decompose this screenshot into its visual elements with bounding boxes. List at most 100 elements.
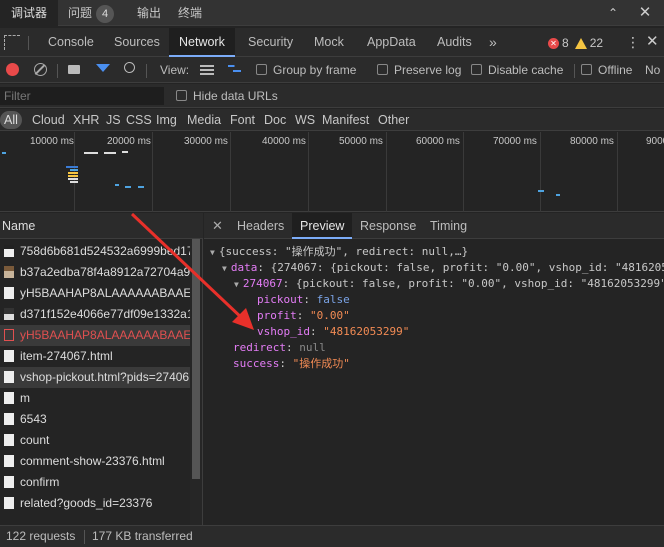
list-view-icon[interactable] bbox=[200, 65, 214, 75]
type-js[interactable]: JS bbox=[104, 111, 123, 129]
request-bar bbox=[138, 186, 144, 188]
file-icon bbox=[4, 287, 14, 299]
preserve-log-checkbox[interactable]: Preserve log bbox=[377, 62, 461, 78]
tab-console[interactable]: Console bbox=[48, 28, 94, 57]
name-column-header[interactable]: Name bbox=[0, 213, 203, 239]
request-row[interactable]: yH5BAAHAP8ALAAAAAABAAEA bbox=[0, 283, 190, 304]
close-detail-icon[interactable]: ✕ bbox=[212, 213, 223, 239]
filter-input[interactable] bbox=[0, 87, 164, 105]
error-icon: ✕ bbox=[548, 37, 559, 49]
type-font[interactable]: Font bbox=[228, 111, 257, 129]
request-row[interactable]: confirm bbox=[0, 472, 190, 493]
request-list-scrollbar[interactable] bbox=[190, 239, 202, 525]
type-css[interactable]: CSS bbox=[124, 111, 154, 129]
drawer-tab-problems[interactable]: 问题 4 bbox=[68, 0, 115, 26]
tab-security[interactable]: Security bbox=[248, 28, 293, 57]
type-ws[interactable]: WS bbox=[293, 111, 317, 129]
request-bar bbox=[84, 152, 98, 154]
drawer-tab-bar: 调试器 问题 4 输出 终端 ⌃ ✕ bbox=[0, 0, 664, 26]
request-row[interactable]: m bbox=[0, 388, 190, 409]
type-cloud[interactable]: Cloud bbox=[30, 111, 67, 129]
clear-icon[interactable] bbox=[34, 63, 47, 76]
type-xhr[interactable]: XHR bbox=[71, 111, 101, 129]
checkbox-icon bbox=[581, 64, 592, 75]
problems-count-badge: 4 bbox=[96, 5, 115, 23]
tab-headers[interactable]: Headers bbox=[237, 213, 284, 239]
grid-line bbox=[230, 132, 231, 212]
tab-sources[interactable]: Sources bbox=[114, 28, 160, 57]
group-by-frame-checkbox[interactable]: Group by frame bbox=[256, 62, 356, 78]
json-item-line[interactable]: ▼ 274067: {pickout: false, profit: "0.00"… bbox=[234, 276, 664, 292]
json-success-line: success: "操作成功" bbox=[233, 357, 350, 370]
drawer-tab-debugger[interactable]: 调试器 bbox=[0, 0, 58, 26]
type-img[interactable]: Img bbox=[154, 111, 179, 129]
request-bar bbox=[68, 175, 78, 177]
disable-cache-checkbox[interactable]: Disable cache bbox=[471, 62, 563, 78]
json-value: null bbox=[299, 341, 326, 354]
json-key: profit bbox=[257, 309, 297, 322]
tab-mock[interactable]: Mock bbox=[314, 28, 344, 57]
close-icon[interactable]: ✕ bbox=[636, 4, 654, 22]
request-row[interactable]: related?goods_id=23376 bbox=[0, 493, 190, 514]
file-icon bbox=[4, 434, 14, 446]
tab-audits[interactable]: Audits bbox=[437, 28, 472, 57]
checkbox-icon bbox=[471, 64, 482, 75]
drawer-tab-output[interactable]: 输出 bbox=[137, 0, 161, 26]
request-row[interactable]: comment-show-23376.html bbox=[0, 451, 190, 472]
inspect-element-icon[interactable] bbox=[4, 35, 20, 50]
offline-checkbox[interactable]: Offline bbox=[581, 62, 632, 78]
request-row[interactable]: 758d6b681d524532a6999bed17 bbox=[0, 241, 190, 262]
request-row[interactable]: d371f152e4066e77df09e1332a1 bbox=[0, 304, 190, 325]
detail-tabs: ✕ Headers Preview Response Timing bbox=[204, 213, 664, 239]
tab-label: 调试器 bbox=[10, 6, 47, 20]
json-data-line[interactable]: ▼ data: {274067: {pickout: false, profit:… bbox=[222, 260, 664, 276]
tab-appdata[interactable]: AppData bbox=[367, 28, 416, 57]
json-key: vshop_id bbox=[257, 325, 310, 338]
request-row-selected[interactable]: yH5BAAHAP8ALAAAAAABAAEA bbox=[0, 325, 190, 346]
tab-label: 问题 bbox=[68, 6, 93, 20]
hide-data-urls-checkbox[interactable]: Hide data URLs bbox=[176, 88, 278, 104]
json-root-line[interactable]: ▼ {success: "操作成功", redirect: null,…} bbox=[210, 244, 468, 260]
grid-line bbox=[152, 132, 153, 212]
request-bar bbox=[70, 181, 78, 183]
tab-timing[interactable]: Timing bbox=[430, 213, 467, 239]
camera-icon[interactable] bbox=[68, 65, 80, 74]
request-name: yH5BAAHAP8ALAAAAAABAAEA bbox=[20, 328, 190, 342]
request-row[interactable]: count bbox=[0, 430, 190, 451]
type-other[interactable]: Other bbox=[376, 111, 411, 129]
throttling-select[interactable]: No bbox=[645, 62, 660, 78]
chevron-up-icon[interactable]: ⌃ bbox=[604, 4, 622, 22]
type-manifest[interactable]: Manifest bbox=[320, 111, 371, 129]
network-overview-timeline[interactable]: 10000 ms 20000 ms 30000 ms 40000 ms 5000… bbox=[0, 132, 664, 212]
filter-icon[interactable] bbox=[96, 64, 110, 72]
grid-line bbox=[617, 132, 618, 212]
request-row[interactable]: b37a2edba78f4a8912a72704a9 bbox=[0, 262, 190, 283]
scrollbar-thumb[interactable] bbox=[192, 239, 200, 479]
tab-preview[interactable]: Preview bbox=[292, 213, 353, 239]
type-doc[interactable]: Doc bbox=[262, 111, 288, 129]
close-devtools-icon[interactable]: ✕ bbox=[646, 34, 659, 49]
tab-response[interactable]: Response bbox=[360, 213, 416, 239]
request-row[interactable]: item-274067.html bbox=[0, 346, 190, 367]
tab-label: 输出 bbox=[137, 6, 162, 20]
timeline-tick: 40000 ms bbox=[262, 136, 306, 147]
timeline-tick: 50000 ms bbox=[339, 136, 383, 147]
more-tabs-icon[interactable]: » bbox=[489, 28, 497, 57]
grid-line bbox=[386, 132, 387, 212]
tab-network[interactable]: Network bbox=[169, 28, 235, 57]
drawer-tab-terminal[interactable]: 终端 bbox=[178, 0, 202, 26]
error-counter[interactable]: ✕ 8 22 bbox=[548, 35, 603, 51]
type-media[interactable]: Media bbox=[185, 111, 223, 129]
request-row[interactable]: 6543 bbox=[0, 409, 190, 430]
expand-triangle-icon: ▼ bbox=[210, 248, 215, 257]
type-all[interactable]: All bbox=[0, 111, 22, 129]
record-icon[interactable] bbox=[6, 63, 19, 76]
kebab-menu-icon[interactable]: ⋮ bbox=[626, 35, 640, 49]
search-icon[interactable] bbox=[124, 62, 135, 73]
json-value: false bbox=[316, 293, 350, 306]
checkbox-icon bbox=[176, 90, 187, 101]
file-icon bbox=[4, 455, 14, 467]
waterfall-view-icon[interactable] bbox=[228, 65, 244, 75]
request-row-active[interactable]: vshop-pickout.html?pids=27406 bbox=[0, 367, 190, 388]
divider bbox=[146, 64, 147, 78]
